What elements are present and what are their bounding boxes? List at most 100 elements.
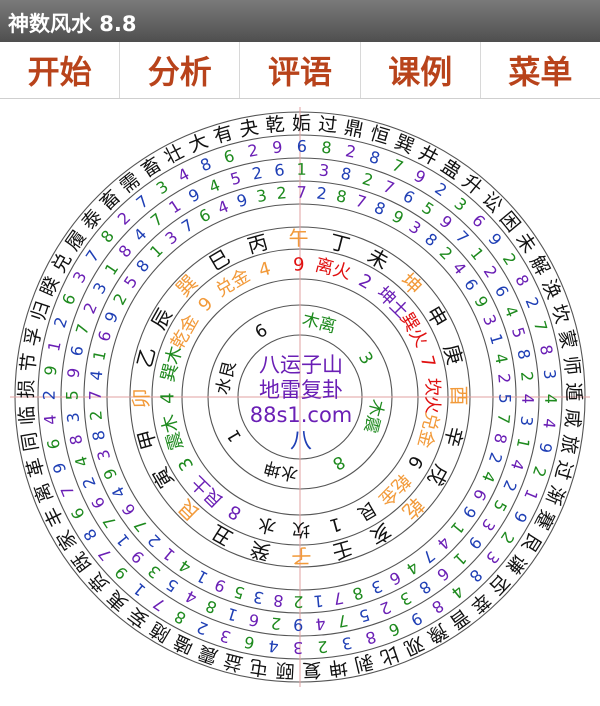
ring-number: 1	[89, 349, 110, 363]
star-label: 9	[194, 293, 217, 316]
ring-number: 3	[252, 587, 266, 608]
ring-number: 3	[153, 177, 172, 198]
ring-number: 4	[541, 394, 560, 404]
ring-number: 7	[99, 513, 120, 532]
ring-number: 9	[389, 206, 407, 228]
ring-number: 3	[479, 312, 500, 329]
star-label: 4	[256, 258, 273, 281]
gua-name: 既	[68, 547, 97, 575]
start-button[interactable]: 开始	[0, 42, 121, 98]
ring-number: 7	[336, 611, 350, 632]
ring-number: 3	[161, 227, 181, 248]
inner-label: 木离	[300, 310, 338, 338]
ring-number: 5	[357, 605, 372, 626]
ring-number: 9	[101, 309, 122, 326]
gua-name: 夷	[103, 586, 132, 615]
mountain-label: 巳	[205, 245, 234, 276]
ring-number: 3	[397, 588, 415, 610]
gua-name: 临	[16, 405, 39, 425]
luopan-chart[interactable]: 乾姤过鼎恒巽井蛊升讼困未解涣坎蒙师遁咸旅过渐蹇艮谦否萃晋豫观比剥坤复颐屯益震嗑随…	[0, 98, 600, 702]
ring-number: 4	[539, 417, 559, 429]
menu-button[interactable]: 菜单	[481, 42, 600, 98]
ring-number: 7	[132, 191, 152, 212]
ring-number: 2	[431, 179, 450, 200]
ring-number: 8	[466, 565, 487, 586]
ring-number: 7	[82, 247, 103, 266]
ring-number: 5	[418, 198, 437, 219]
ring-number: 3	[540, 368, 560, 380]
review-button[interactable]: 评语	[240, 42, 361, 98]
ring-number: 7	[150, 594, 169, 615]
gua-name: 震	[195, 641, 220, 668]
ring-number: 7	[296, 183, 306, 202]
ring-number: 8	[339, 164, 353, 185]
ring-number: 9	[64, 367, 84, 379]
mountain-label: 辛	[440, 424, 468, 449]
gua-name: 复	[302, 658, 322, 681]
star-label: 6	[403, 452, 427, 472]
gua-name: 随	[146, 617, 174, 646]
ring-number: 2	[80, 300, 101, 317]
ring-number: 4	[267, 636, 279, 656]
gua-name: 屯	[248, 655, 270, 680]
mountain-label: 丙	[245, 230, 271, 258]
gua-name: 过	[317, 113, 338, 137]
ring-number: 4	[175, 556, 194, 577]
ring-number: 4	[449, 258, 470, 278]
ring-number: 1	[225, 604, 240, 625]
ring-number: 4	[403, 557, 422, 578]
gua-name: 嗑	[170, 630, 197, 658]
ring-number: 4	[500, 303, 521, 320]
gua-name: 井	[415, 142, 442, 170]
analyze-button[interactable]: 分析	[120, 42, 241, 98]
inner-label: 8	[329, 451, 348, 474]
ring-number: 5	[63, 390, 82, 400]
mountain-label: 丁	[327, 229, 352, 257]
gua-name: 否	[484, 570, 513, 599]
ring-number: 8	[197, 154, 214, 175]
ring-number: 2	[480, 262, 501, 281]
ring-number: 9	[212, 575, 229, 596]
ring-number: 6	[297, 137, 307, 156]
ring-number: 2	[144, 530, 165, 551]
ring-number: 6	[221, 146, 236, 167]
ring-number: 6	[247, 610, 261, 631]
ring-number: 4	[86, 369, 106, 381]
luopan-svg: 乾姤过鼎恒巽井蛊升讼困未解涣坎蒙师遁咸旅过渐蹇艮谦否萃晋豫观比剥坤复颐屯益震嗑随…	[10, 107, 590, 687]
ring-number: 6	[94, 328, 115, 343]
ring-number: 8	[371, 198, 388, 219]
ring-number: 1	[193, 566, 211, 588]
gua-name: 剥	[352, 650, 376, 676]
star-label: 坎火	[421, 378, 442, 414]
ring-number: 6	[196, 205, 214, 227]
mountain-label: 乙	[132, 345, 160, 370]
ring-number: 8	[320, 138, 332, 158]
ring-number: 6	[242, 632, 256, 653]
ring-number: 7	[86, 390, 105, 400]
ring-number: 7	[353, 191, 368, 212]
cases-button[interactable]: 课例	[361, 42, 481, 98]
ring-number: 1	[449, 549, 470, 570]
gua-name: 妄	[124, 603, 152, 632]
ring-number: 2	[276, 183, 288, 203]
ring-number: 1	[112, 530, 133, 550]
ring-number: 4	[507, 457, 528, 472]
star-label: 1	[327, 513, 344, 536]
gua-name: 观	[401, 631, 427, 659]
ring-number: 3	[340, 633, 354, 654]
ring-number: 2	[50, 315, 71, 330]
gua-name: 晋	[445, 604, 473, 633]
ring-number: 6	[460, 275, 481, 294]
mountain-label: 壬	[330, 536, 356, 564]
star-label: 3	[174, 454, 198, 475]
ring-number: 4	[518, 394, 537, 404]
ring-number: 4	[206, 175, 223, 196]
ring-number: 9	[459, 502, 480, 521]
ring-number: 3	[293, 638, 303, 657]
ring-number: 1	[313, 591, 325, 611]
ring-number: 1	[146, 241, 167, 262]
mountain-label: 戌	[423, 461, 454, 490]
ring-number: 4	[175, 164, 193, 186]
ring-number: 8	[350, 583, 365, 604]
center-site: 88s1.com	[250, 403, 353, 427]
